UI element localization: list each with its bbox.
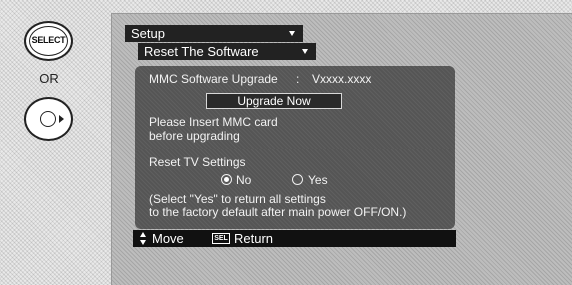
upgrade-note-line1: Please Insert MMC card (149, 115, 278, 129)
footer-move-label: Move (152, 231, 184, 246)
upgrade-label: MMC Software Upgrade (149, 72, 278, 86)
tv-menu-screen: Setup Reset The Software MMC Software Up… (111, 13, 572, 285)
menu-setup-label: Setup (131, 26, 165, 41)
footer-return-label: Return (234, 231, 274, 246)
sel-key-icon: SEL (212, 233, 230, 244)
select-button-label: SELECT (31, 35, 66, 45)
reset-help-line2: to the factory default after main power … (149, 205, 407, 219)
menu-reset-software[interactable]: Reset The Software (138, 43, 316, 60)
dropdown-arrow-icon (302, 49, 308, 54)
radio-yes-label: Yes (308, 173, 328, 187)
pad-right-arrow-icon (59, 115, 64, 123)
upgrade-now-button[interactable]: Upgrade Now (206, 93, 342, 109)
reset-settings-panel: Reset TV Settings No Yes (Select "Yes" t… (135, 149, 455, 229)
menu-reset-label: Reset The Software (144, 44, 259, 59)
directional-pad-icon (24, 97, 73, 141)
remote-guide: SELECT OR (0, 0, 110, 284)
up-down-arrow-icon (140, 232, 148, 245)
upgrade-note-line2: before upgrading (149, 129, 240, 143)
reset-title: Reset TV Settings (149, 155, 246, 169)
reset-help-line1: (Select "Yes" to return all settings (149, 192, 326, 206)
upgrade-separator: : (296, 72, 300, 86)
footer-help-bar: Move SEL Return (133, 230, 456, 247)
menu-setup[interactable]: Setup (125, 25, 303, 42)
software-version: Vxxxx.xxxx (312, 72, 372, 86)
select-button-icon: SELECT (24, 21, 73, 61)
or-label: OR (39, 71, 59, 86)
radio-no-label: No (236, 173, 252, 187)
radio-unselected-icon (292, 174, 303, 185)
radio-selected-icon (221, 174, 232, 185)
pad-center-icon (40, 111, 56, 127)
dropdown-arrow-icon (289, 31, 295, 36)
software-upgrade-panel: MMC Software Upgrade : Vxxxx.xxxx Upgrad… (135, 66, 455, 158)
